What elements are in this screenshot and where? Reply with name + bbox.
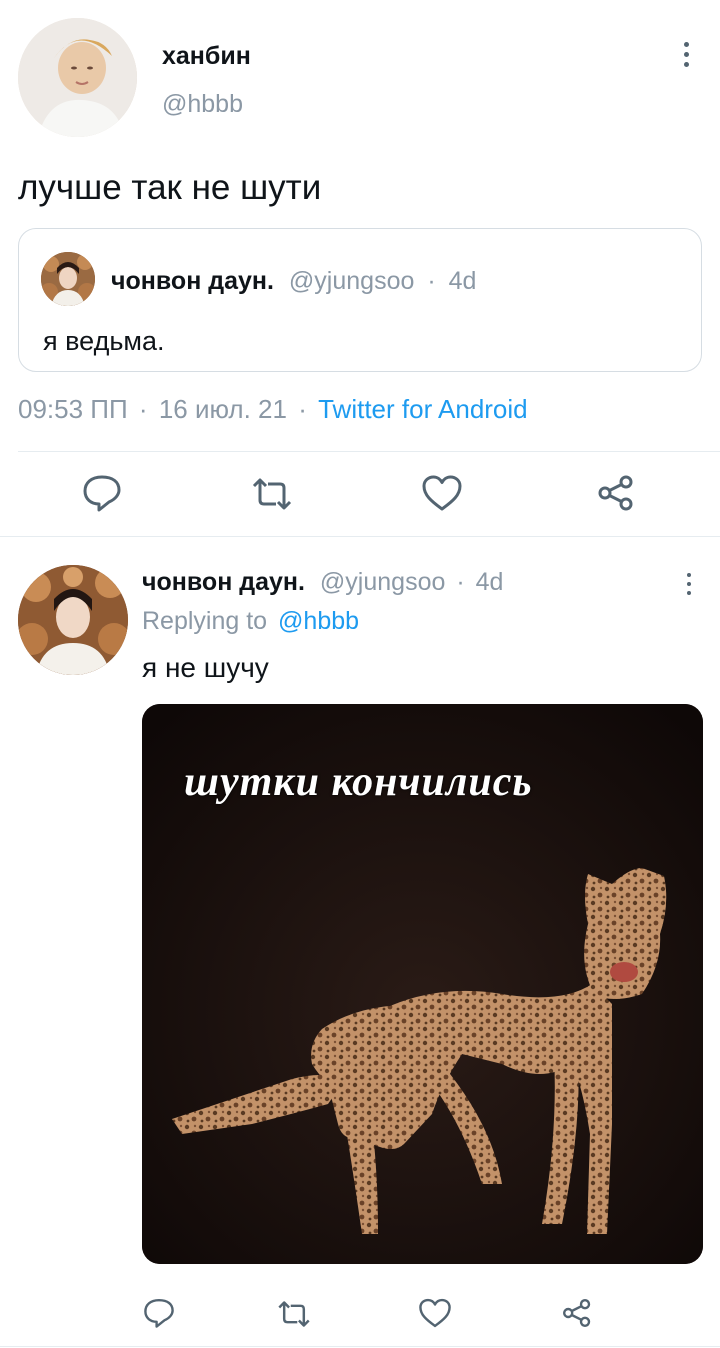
like-button[interactable]	[421, 474, 463, 512]
meta-separator: ·	[298, 394, 307, 424]
reply-handle[interactable]: @yjungsoo	[320, 568, 445, 596]
reply-separator: ·	[456, 568, 465, 596]
reply-button[interactable]	[82, 474, 122, 512]
reply-text: я не шучу	[142, 652, 269, 683]
author-display-name[interactable]: ханбин	[162, 42, 251, 71]
tweet-date: 16 июл. 21	[158, 394, 287, 424]
quoted-age: 4d	[448, 267, 477, 295]
quoted-author-avatar	[41, 252, 95, 306]
quoted-text: я ведьма.	[43, 326, 165, 356]
retweet-icon	[278, 1301, 310, 1327]
quoted-display-name: чонвон даун.	[111, 267, 274, 295]
divider	[18, 451, 720, 452]
replying-to-label: Replying to	[142, 607, 268, 635]
replying-to-link[interactable]: @hbbb	[278, 607, 359, 635]
reply-icon	[144, 1299, 174, 1328]
share-button[interactable]	[596, 474, 636, 512]
author-handle[interactable]: @hbbb	[162, 90, 243, 119]
tweet-time: 09:53 ПП	[18, 394, 128, 424]
reply-like-button[interactable]	[418, 1297, 452, 1329]
like-icon	[422, 475, 462, 511]
reply-icon	[83, 475, 121, 512]
like-icon	[419, 1298, 451, 1328]
reply-author-avatar[interactable]	[18, 565, 128, 675]
reply-media-image[interactable]: шутки кончились	[142, 704, 703, 1264]
retweet-icon	[252, 478, 292, 510]
reply-more-options-icon[interactable]	[687, 573, 693, 600]
section-divider	[0, 536, 720, 537]
reply-retweet-button[interactable]	[276, 1299, 312, 1329]
tweet-text: лучше так не шути	[18, 168, 322, 207]
bottom-divider	[0, 1346, 720, 1347]
retweet-button[interactable]	[250, 476, 294, 512]
more-options-icon[interactable]	[684, 42, 690, 72]
author-avatar[interactable]	[18, 18, 137, 137]
reply-display-name[interactable]: чонвон даун.	[142, 568, 305, 596]
reply-share-button[interactable]	[561, 1297, 593, 1329]
quoted-handle: @yjungsoo	[288, 267, 415, 295]
tweet-client-link[interactable]: Twitter for Android	[318, 394, 528, 424]
reply-age: 4d	[475, 568, 504, 596]
share-icon	[598, 475, 633, 511]
reply-reply-button[interactable]	[143, 1297, 175, 1329]
image-caption: шутки кончились	[184, 759, 533, 805]
share-icon	[563, 1299, 591, 1327]
quoted-separator: ·	[427, 267, 436, 295]
meta-separator: ·	[138, 394, 148, 424]
quoted-tweet-card[interactable]: чонвон даун. @yjungsoo · 4d я ведьма.	[18, 228, 702, 372]
tweet-metadata: 09:53 ПП · 16 июл. 21 · Twitter for Andr…	[18, 394, 528, 425]
